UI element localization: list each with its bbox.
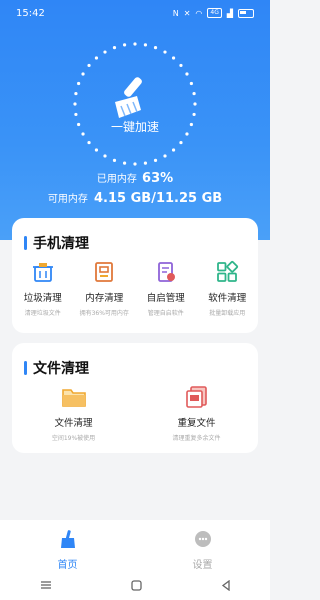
ring-dot <box>163 50 167 54</box>
status-icons: N ✕ ◠ 4G ▟ <box>173 8 254 18</box>
ring-dot <box>94 148 99 152</box>
ring-dot <box>171 148 176 152</box>
ring-dot <box>171 56 176 60</box>
file-clean-sub: 空间19%被使用 <box>51 435 96 442</box>
ring-dot <box>87 140 91 145</box>
junk-clean-label: 垃圾清理 <box>23 293 62 304</box>
status-time: 15:42 <box>16 7 45 19</box>
tab-home-label: 首页 <box>57 560 78 571</box>
memory-clean-item[interactable]: 内存清理 拥有36%可用内存 <box>74 260 136 317</box>
ring-dot <box>192 91 196 96</box>
battery-icon <box>238 8 254 18</box>
junk-clean-sub: 清理垃圾文件 <box>24 310 61 317</box>
mem-avail-label: 可用内存 <box>47 194 88 205</box>
tab-home[interactable]: 首页 <box>0 520 135 571</box>
ring-dot <box>74 91 78 96</box>
duplicate-files-label: 重复文件 <box>177 418 216 429</box>
autostart-doc-icon <box>157 262 175 282</box>
nfc-icon: N <box>172 8 179 18</box>
autostart-item[interactable]: 自启管理 管理自启软件 <box>135 260 197 317</box>
wifi-icon: ◠ <box>195 8 203 18</box>
app-clean-label: 软件清理 <box>208 293 247 304</box>
junk-clean-item[interactable]: 垃圾清理 清理垃圾文件 <box>12 260 74 317</box>
system-navbar <box>0 570 270 600</box>
bottom-tabbar: 首页 设置 <box>0 520 270 571</box>
phone-clean-card: 手机清理 垃圾清理 清理垃圾文件 内存清理 拥有36%可用内存 自启管理 管理自… <box>12 218 258 333</box>
memory-clean-label: 内存清理 <box>85 293 124 304</box>
mute-icon: ✕ <box>183 8 191 18</box>
file-clean-title-text: 文件清理 <box>33 361 89 377</box>
ring-dot <box>133 162 137 166</box>
duplicate-files-icon <box>185 386 207 408</box>
ring-dot <box>74 112 78 117</box>
file-clean-card: 文件清理 文件清理 空间19%被使用 重复文件 清理重复多余文件 <box>12 343 258 453</box>
autostart-label: 自启管理 <box>146 293 185 304</box>
tab-settings[interactable]: 设置 <box>135 520 270 571</box>
duplicate-files-sub: 清理重复多余文件 <box>172 435 221 442</box>
settings-chat-icon <box>194 531 211 547</box>
ring-dot <box>122 43 127 47</box>
ring-dot <box>153 46 158 50</box>
ring-dot <box>179 140 183 145</box>
ring-dot <box>153 158 158 162</box>
file-clean-title: 文件清理 <box>24 358 89 378</box>
back-triangle-icon[interactable] <box>221 579 231 591</box>
app-clean-item[interactable]: 软件清理 批量卸载应用 <box>197 260 259 317</box>
folder-icon <box>61 389 86 407</box>
status-bar: 15:42 N ✕ ◠ 4G ▟ <box>0 0 270 26</box>
mem-used: 已用内存 63% <box>0 170 270 186</box>
broom-icon <box>115 77 142 118</box>
boost-label[interactable]: 一键加速 <box>0 118 270 135</box>
title-accent-bar <box>24 361 27 375</box>
ring-dot <box>112 46 117 50</box>
phone-clean-title-text: 手机清理 <box>33 236 89 252</box>
home-broom-icon <box>60 530 75 548</box>
ring-dot <box>133 42 137 46</box>
signal-icon: ▟ <box>226 8 233 18</box>
tab-settings-label: 设置 <box>192 560 213 571</box>
home-square-icon[interactable] <box>130 579 142 591</box>
file-clean-grid: 文件清理 空间19%被使用 重复文件 清理重复多余文件 <box>12 385 258 442</box>
ring-dot <box>73 102 77 106</box>
ring-dot <box>87 63 91 68</box>
ring-dot <box>143 43 148 47</box>
app-clean-sub: 批量卸载应用 <box>209 310 246 317</box>
ring-dot <box>143 161 148 165</box>
ring-dot <box>103 50 107 54</box>
mem-used-percent: 63% <box>142 171 174 186</box>
ring-dot <box>77 81 81 86</box>
ring-dot <box>193 102 197 106</box>
ring-dot <box>192 112 196 117</box>
network-badge: 4G <box>207 8 222 18</box>
phone-clean-title: 手机清理 <box>24 233 89 253</box>
menu-icon[interactable] <box>40 580 52 590</box>
phone-clean-grid: 垃圾清理 清理垃圾文件 内存清理 拥有36%可用内存 自启管理 管理自启软件 软… <box>12 260 258 317</box>
ring-dot <box>81 72 85 76</box>
title-accent-bar <box>24 236 27 250</box>
ring-dot <box>103 154 107 158</box>
duplicate-files-item[interactable]: 重复文件 清理重复多余文件 <box>135 385 258 442</box>
ring-dot <box>112 158 117 162</box>
ring-dot <box>122 161 127 165</box>
ring-dot <box>185 72 189 76</box>
trash-bin-icon <box>32 263 53 282</box>
ring-dot <box>179 63 183 68</box>
mem-avail-value: 4.15 GB/11.25 GB <box>94 191 223 206</box>
file-clean-item[interactable]: 文件清理 空间19%被使用 <box>12 385 135 442</box>
ring-dot <box>163 154 167 158</box>
mem-available: 可用内存 4.15 GB/11.25 GB <box>0 190 270 206</box>
apps-grid-icon <box>217 260 239 282</box>
ring-dot <box>189 81 193 86</box>
memory-icon <box>95 262 114 282</box>
file-clean-label: 文件清理 <box>54 418 93 429</box>
mem-used-label: 已用内存 <box>96 174 137 185</box>
memory-clean-sub: 拥有36%可用内存 <box>79 310 129 317</box>
boost-ring[interactable] <box>67 36 203 172</box>
autostart-sub: 管理自启软件 <box>147 310 184 317</box>
ring-dot <box>94 56 99 60</box>
